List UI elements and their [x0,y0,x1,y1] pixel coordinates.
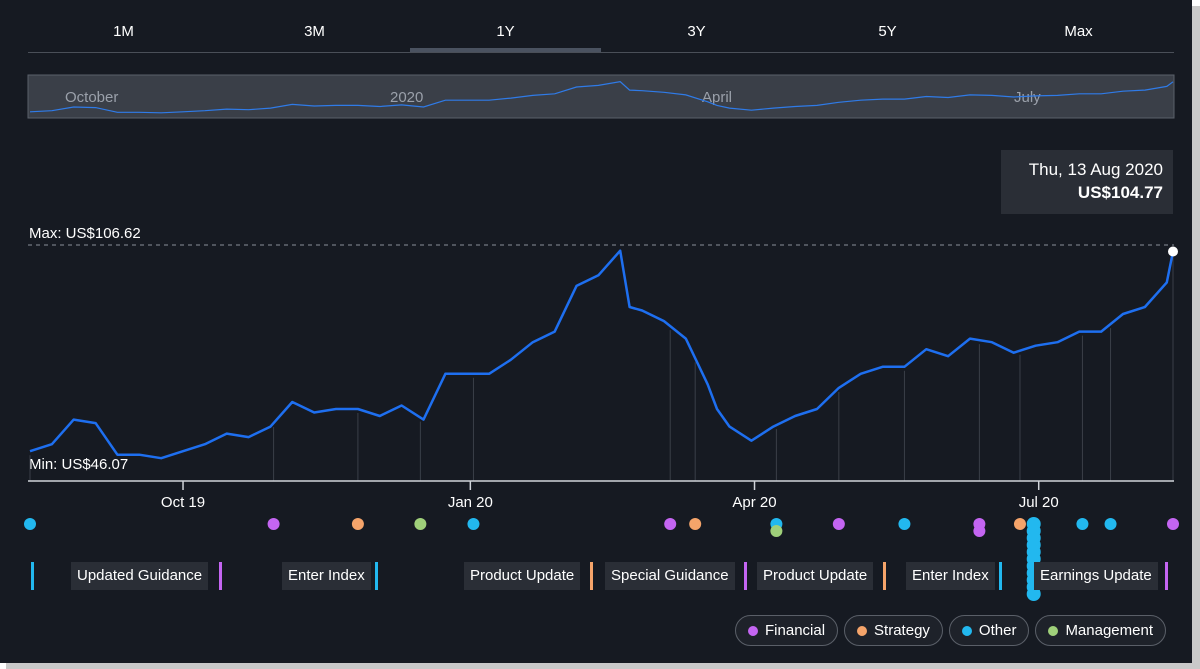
event-label-product-update-2[interactable]: Product Update [757,562,874,590]
event-label-special-guidance[interactable]: Special Guidance [605,562,735,590]
event-dot-other[interactable] [1076,518,1089,530]
navigator-label-october: October [65,89,118,106]
legend-strategy-label: Strategy [874,622,930,639]
financial-dot-icon [748,625,759,636]
event-label-earnings-update[interactable]: Earnings Update [1034,562,1158,590]
x-tick-label: Jul 20 [1019,494,1059,511]
x-ticks: Oct 19 Jan 20 Apr 20 Jul 20 [161,481,1059,511]
event-tick-product-update-2 [883,562,886,590]
event-tick-enter-index-2 [999,562,1002,590]
legend-strategy[interactable]: Strategy [844,615,943,646]
legend-financial-label: Financial [765,622,826,639]
legend-other[interactable]: Other [948,615,1030,646]
event-dot-strategy[interactable] [1013,518,1026,530]
tooltip-price: US$104.77 [1077,183,1163,202]
event-dot-other[interactable] [24,518,36,530]
event-tick-product-update [590,562,593,590]
event-label-enter-index-2[interactable]: Enter Index [906,562,995,590]
event-dot-financial[interactable] [1167,518,1179,530]
event-dot-management[interactable] [414,518,427,530]
management-dot-icon [1048,625,1059,636]
event-tick-earnings-update [1165,562,1168,590]
x-tick-label: Jan 20 [448,494,493,511]
x-tick-label: Oct 19 [161,494,205,511]
navigator-label-april: April [702,89,732,106]
event-stems [29,255,1174,481]
x-tick-label: Apr 20 [732,494,776,511]
event-tick-enter-index [375,562,378,590]
legend-management-label: Management [1065,622,1153,639]
event-legend: Financial Strategy Other Management [735,615,1166,648]
price-series-line [29,249,1175,460]
event-dot-strategy[interactable] [689,518,702,530]
event-dot-other[interactable] [898,518,911,530]
event-dot-other[interactable] [1104,518,1117,530]
event-dot-financial[interactable] [664,518,677,530]
event-tick-start [31,562,34,590]
event-dot-management[interactable] [770,525,783,537]
event-tick-special-guidance [744,562,747,590]
other-dot-icon [961,625,972,636]
navigator-label-july: July [1014,89,1041,106]
event-dot-other[interactable] [467,518,480,530]
legend-management[interactable]: Management [1035,615,1166,646]
event-label-updated-guidance[interactable]: Updated Guidance [71,562,209,590]
event-dot-financial[interactable] [267,518,280,530]
legend-financial[interactable]: Financial [735,615,839,646]
legend-other-label: Other [978,622,1017,639]
strategy-dot-icon [857,625,868,636]
event-tick-updated-guidance [219,562,222,590]
event-dot-financial[interactable] [832,518,845,530]
event-dot-financial[interactable] [973,525,986,537]
max-label: Max: US$106.62 [29,225,141,242]
last-price-marker[interactable] [1168,246,1178,257]
navigator-label-2020: 2020 [390,89,423,106]
tooltip-date: Thu, 13 Aug 2020 [1028,160,1163,179]
event-label-enter-index[interactable]: Enter Index [282,562,371,590]
event-label-product-update[interactable]: Product Update [464,562,581,590]
chart-panel: 1M 3M 1Y 3Y 5Y Max October 2020 April Ju… [0,0,1192,663]
min-label: Min: US$46.07 [29,456,128,473]
event-dot-strategy[interactable] [351,518,364,530]
price-tooltip: Thu, 13 Aug 2020 US$104.77 [1001,150,1173,214]
